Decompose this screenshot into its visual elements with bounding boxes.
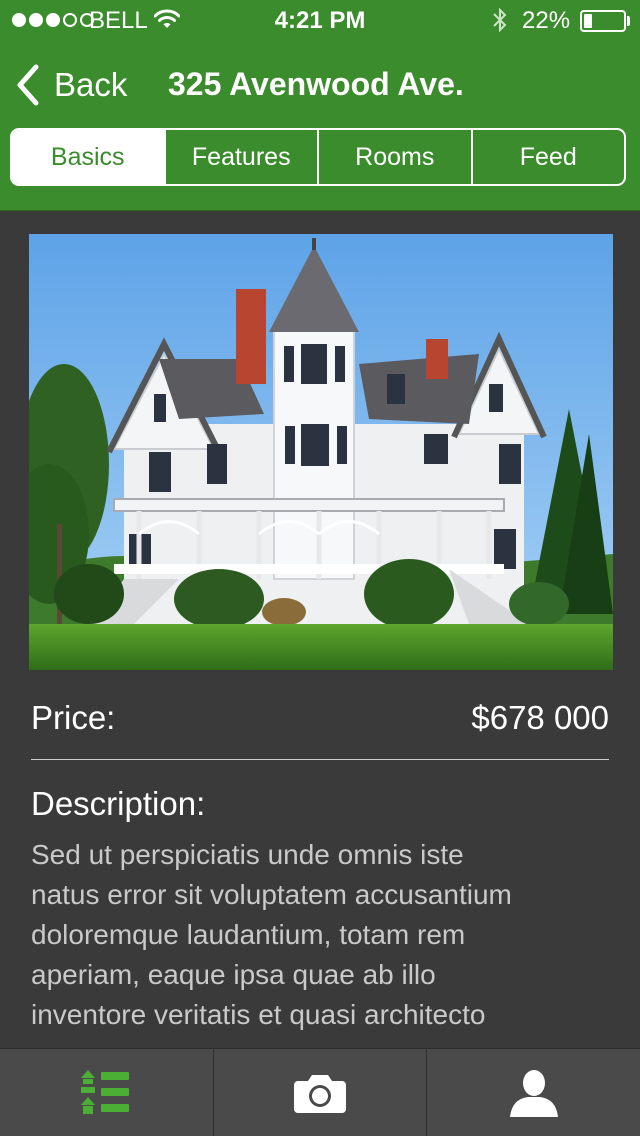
description-text[interactable]: Sed ut perspiciatis unde omnis iste natu… [31,835,591,1049]
tab-basics[interactable]: Basics [12,130,164,184]
description-line: Sed ut perspiciatis unde omnis iste [31,839,464,870]
back-button[interactable]: Back [14,60,127,110]
tab-camera[interactable] [212,1049,427,1136]
page-title: 325 Avenwood Ave. [168,66,464,102]
description-line: inventore veritatis et quasi architecto [31,999,486,1030]
tab-profile[interactable] [426,1049,640,1136]
tab-listings[interactable] [0,1049,213,1136]
battery-level [584,14,592,28]
property-photo[interactable] [29,234,613,670]
price-row: Price: $678 000 [31,694,609,742]
segmented-control: Basics Features Rooms Feed [10,128,626,186]
tab-rooms[interactable]: Rooms [317,130,471,184]
battery-icon [580,10,626,32]
chevron-left-icon [17,64,39,106]
tab-bar [0,1048,640,1136]
description-line: aperiam, eaque ipsa quae ab illo [31,959,436,990]
description-line: natus error sit voluptatem accusantium [31,879,512,910]
tab-feed[interactable]: Feed [470,130,625,184]
price-label: Price: [31,699,116,736]
back-label: Back [54,66,128,103]
status-bar: BELL 4:21 PM 22% [0,0,640,40]
house-image [29,234,613,670]
user-icon [509,1069,558,1117]
list-icon [81,1069,130,1114]
battery-percent: 22% [522,7,571,34]
battery-tip [627,16,630,26]
description-heading: Description: [31,785,206,822]
price-value: $678 000 [471,699,609,736]
tab-features[interactable]: Features [163,130,318,184]
header: BELL 4:21 PM 22% Back 325 Avenwood Ave. … [0,0,640,211]
divider [31,759,609,760]
camera-icon [294,1074,346,1113]
bluetooth-icon [490,6,510,41]
description-line: doloremque laudantium, totam rem [31,919,466,950]
